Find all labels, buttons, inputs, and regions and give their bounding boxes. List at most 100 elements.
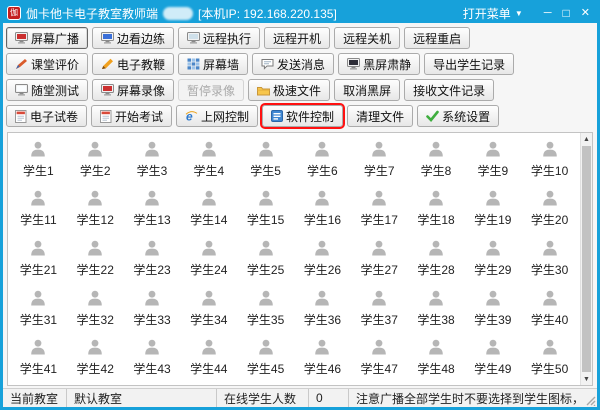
speed-file-button[interactable]: 极速文件 — [248, 79, 330, 101]
student-item[interactable]: 学生41 — [10, 333, 67, 383]
student-item[interactable]: 学生8 — [408, 135, 465, 185]
student-item[interactable]: 学生43 — [124, 333, 181, 383]
student-item[interactable]: 学生20 — [521, 185, 578, 235]
student-label: 学生20 — [531, 211, 568, 228]
student-item[interactable]: 学生40 — [521, 284, 578, 334]
electronic-test-paper-button[interactable]: 电子试卷 — [6, 105, 87, 127]
student-item[interactable]: 学生22 — [67, 234, 124, 284]
send-message-button[interactable]: 发送消息 — [252, 53, 334, 75]
remote-power-on-button[interactable]: 远程开机 — [264, 27, 330, 49]
class-quiz-button[interactable]: 随堂测试 — [6, 79, 88, 101]
student-item[interactable]: 学生12 — [67, 185, 124, 235]
student-item[interactable]: 学生42 — [67, 333, 124, 383]
student-item[interactable]: 学生48 — [408, 333, 465, 383]
brush-icon — [15, 58, 28, 70]
student-item[interactable]: 学生9 — [464, 135, 521, 185]
close-button[interactable]: ✕ — [581, 8, 590, 19]
receive-file-records-button[interactable]: 接收文件记录 — [404, 79, 494, 101]
student-item[interactable]: 学生45 — [237, 333, 294, 383]
student-item[interactable]: 学生49 — [464, 333, 521, 383]
student-item[interactable]: 学生23 — [124, 234, 181, 284]
start-exam-button[interactable]: 开始考试 — [91, 105, 172, 127]
open-menu-button[interactable]: 打开菜单 ▼ — [463, 5, 523, 22]
class-evaluation-button[interactable]: 课堂评价 — [6, 53, 88, 75]
student-item[interactable]: 学生17 — [351, 185, 408, 235]
student-item[interactable]: 学生6 — [294, 135, 351, 185]
student-item[interactable]: 学生7 — [351, 135, 408, 185]
student-item[interactable]: 学生34 — [180, 284, 237, 334]
app-icon: 伽 — [7, 6, 21, 20]
student-item[interactable]: 学生18 — [408, 185, 465, 235]
student-item[interactable]: 学生10 — [521, 135, 578, 185]
student-label: 学生36 — [304, 311, 341, 328]
student-item[interactable]: 学生19 — [464, 185, 521, 235]
maximize-button[interactable]: □ — [563, 7, 570, 19]
student-item[interactable]: 学生13 — [124, 185, 181, 235]
student-item[interactable]: 学生44 — [180, 333, 237, 383]
student-item[interactable]: 学生30 — [521, 234, 578, 284]
vertical-scrollbar[interactable]: ▲ ▼ — [580, 133, 592, 385]
remote-restart-button[interactable]: 远程重启 — [404, 27, 470, 49]
student-item[interactable]: 学生38 — [408, 284, 465, 334]
student-person-icon — [142, 141, 162, 160]
screen-broadcast-button[interactable]: 屏幕广播 — [6, 27, 88, 49]
resize-grip-icon[interactable] — [584, 389, 597, 407]
student-item[interactable]: 学生33 — [124, 284, 181, 334]
chat-icon — [261, 58, 274, 70]
software-control-button[interactable]: 软件控制 — [262, 105, 343, 127]
student-item[interactable]: 学生36 — [294, 284, 351, 334]
student-item[interactable]: 学生4 — [180, 135, 237, 185]
student-label: 学生28 — [417, 261, 454, 278]
student-item[interactable]: 学生37 — [351, 284, 408, 334]
student-item[interactable]: 学生32 — [67, 284, 124, 334]
student-item[interactable]: 学生47 — [351, 333, 408, 383]
minimize-button[interactable]: ─ — [544, 8, 552, 19]
student-person-icon — [483, 141, 503, 160]
student-item[interactable]: 学生27 — [351, 234, 408, 284]
scroll-up-icon[interactable]: ▲ — [581, 133, 592, 145]
student-item[interactable]: 学生29 — [464, 234, 521, 284]
student-label: 学生5 — [250, 162, 281, 179]
student-item[interactable]: 学生39 — [464, 284, 521, 334]
student-person-icon — [256, 290, 276, 309]
student-label: 学生37 — [361, 311, 398, 328]
student-item[interactable]: 学生46 — [294, 333, 351, 383]
student-item[interactable]: 学生16 — [294, 185, 351, 235]
export-student-records-button[interactable]: 导出学生记录 — [424, 53, 514, 75]
student-item[interactable]: 学生28 — [408, 234, 465, 284]
student-person-icon — [28, 339, 48, 358]
student-label: 学生4 — [193, 162, 224, 179]
student-item[interactable]: 学生50 — [521, 333, 578, 383]
remote-execute-button[interactable]: 远程执行 — [178, 27, 260, 49]
watch-and-practice-button[interactable]: 边看边练 — [92, 27, 174, 49]
student-item[interactable]: 学生25 — [237, 234, 294, 284]
student-item[interactable]: 学生2 — [67, 135, 124, 185]
student-item[interactable]: 学生14 — [180, 185, 237, 235]
screen-wall-button[interactable]: 屏幕墙 — [178, 53, 248, 75]
clean-files-button[interactable]: 清理文件 — [347, 105, 413, 127]
student-item[interactable]: 学生31 — [10, 284, 67, 334]
student-person-icon — [199, 190, 219, 209]
toolbar-button-label: 屏幕广播 — [31, 30, 79, 47]
student-item[interactable]: 学生35 — [237, 284, 294, 334]
student-item[interactable]: 学生3 — [124, 135, 181, 185]
student-person-icon — [312, 290, 332, 309]
student-item[interactable]: 学生21 — [10, 234, 67, 284]
electronic-pointer-button[interactable]: 电子教鞭 — [92, 53, 174, 75]
scrollbar-thumb[interactable] — [582, 146, 591, 372]
cancel-black-screen-button[interactable]: 取消黑屏 — [334, 79, 400, 101]
toolbar-button-label: 电子试卷 — [30, 108, 78, 125]
student-item[interactable]: 学生11 — [10, 185, 67, 235]
student-item[interactable]: 学生26 — [294, 234, 351, 284]
system-settings-button[interactable]: 系统设置 — [417, 105, 499, 127]
student-label: 学生40 — [531, 311, 568, 328]
student-item[interactable]: 学生15 — [237, 185, 294, 235]
student-item[interactable]: 学生1 — [10, 135, 67, 185]
remote-shutdown-button[interactable]: 远程关机 — [334, 27, 400, 49]
student-item[interactable]: 学生5 — [237, 135, 294, 185]
scroll-down-icon[interactable]: ▼ — [581, 373, 592, 385]
student-item[interactable]: 学生24 — [180, 234, 237, 284]
screen-recording-button[interactable]: 屏幕录像 — [92, 79, 174, 101]
black-screen-silence-button[interactable]: 黑屏肃静 — [338, 53, 420, 75]
internet-control-button[interactable]: e上网控制 — [176, 105, 258, 127]
